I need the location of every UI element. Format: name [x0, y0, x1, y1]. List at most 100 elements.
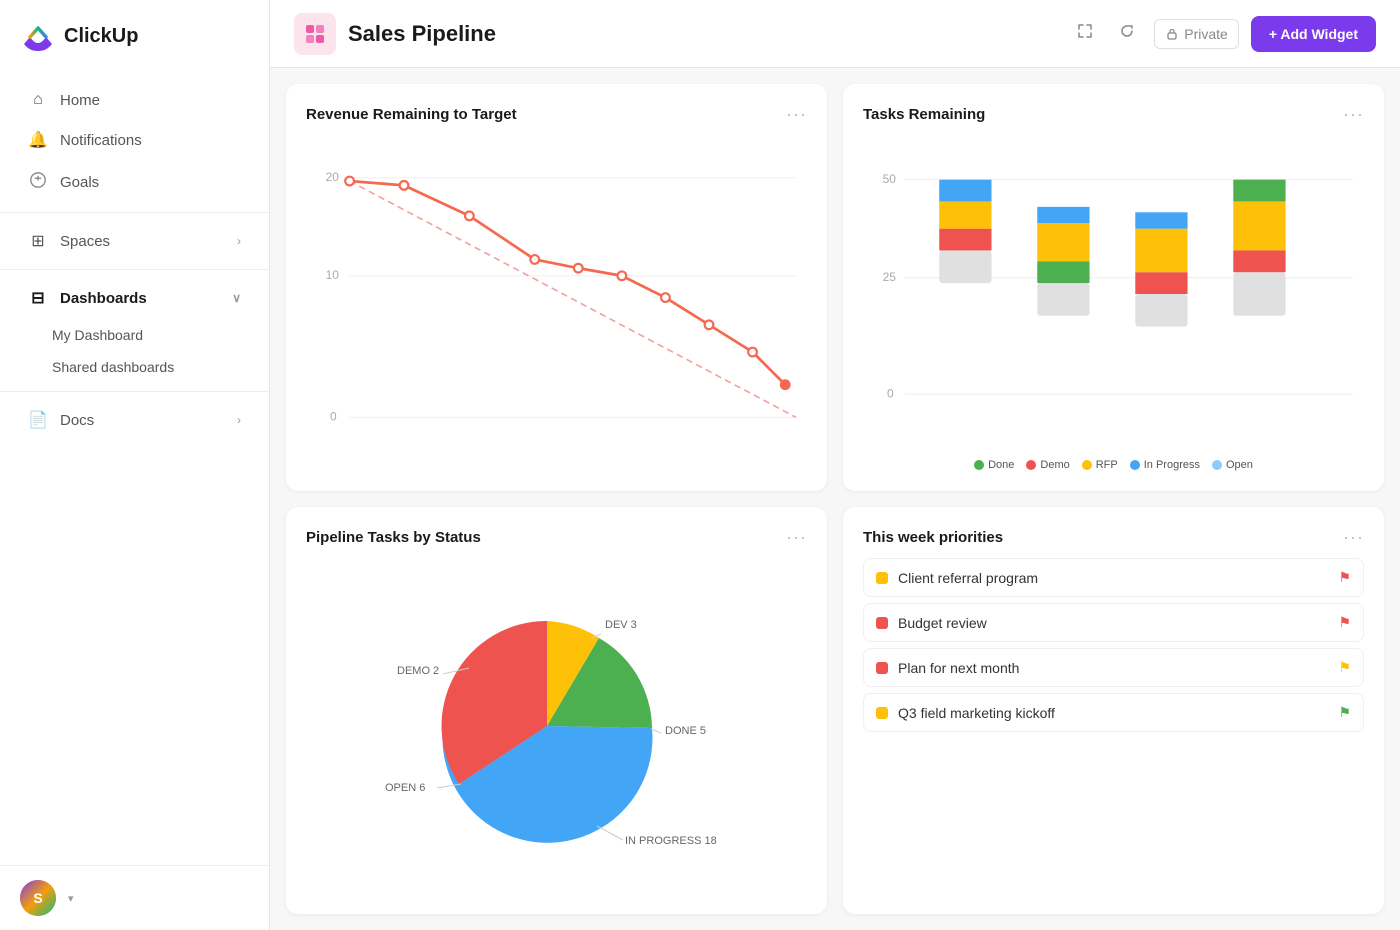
add-widget-button[interactable]: + Add Widget [1251, 16, 1376, 52]
private-badge[interactable]: Private [1154, 19, 1239, 49]
header-actions: Private + Add Widget [1070, 16, 1376, 52]
priority-item[interactable]: Budget review ⚑ [863, 603, 1364, 642]
widget-menu-button[interactable]: ··· [1343, 527, 1364, 548]
legend-demo: Demo [1026, 459, 1069, 471]
dashboard-grid-icon [304, 23, 326, 45]
bell-icon: 🔔 [28, 130, 48, 150]
widget-pipeline-tasks: Pipeline Tasks by Status ··· [286, 507, 827, 914]
priority-flag-icon: ⚑ [1338, 569, 1351, 586]
page-title: Sales Pipeline [348, 21, 1058, 47]
main-content: Sales Pipeline Private + Add Widget Reve… [270, 0, 1400, 930]
dev-label: DEV 3 [605, 619, 637, 631]
priority-label: Client referral program [898, 570, 1328, 586]
docs-icon: 📄 [28, 410, 48, 430]
legend-label: Done [988, 459, 1014, 471]
priority-dot [876, 662, 888, 674]
page-header: Sales Pipeline Private + Add Widget [270, 0, 1400, 68]
widget-title: Pipeline Tasks by Status [306, 529, 481, 546]
widget-menu-button[interactable]: ··· [1343, 104, 1364, 125]
done-label: DONE 5 [665, 725, 706, 737]
in-progress-dot [1130, 460, 1140, 470]
widget-title: Revenue Remaining to Target [306, 106, 517, 123]
svg-text:20: 20 [326, 170, 340, 184]
widget-revenue: Revenue Remaining to Target ··· 20 10 0 [286, 84, 827, 491]
priority-item[interactable]: Q3 field marketing kickoff ⚑ [863, 693, 1364, 732]
sidebar-footer: S ▾ [0, 865, 269, 930]
user-menu-chevron[interactable]: ▾ [68, 892, 74, 905]
sidebar-item-spaces[interactable]: ⊞ Spaces › [8, 221, 261, 261]
sidebar-item-notifications[interactable]: 🔔 Notifications [8, 120, 261, 160]
svg-text:50: 50 [883, 172, 897, 186]
lock-icon [1165, 27, 1179, 41]
avatar-image: S [20, 880, 56, 916]
sidebar-item-label: Notifications [60, 132, 142, 149]
widget-title: This week priorities [863, 529, 1003, 546]
trophy-icon [28, 171, 48, 194]
sidebar-item-label: Docs [60, 412, 94, 429]
svg-text:S: S [33, 890, 42, 906]
dashboard-icon: ⊟ [28, 288, 48, 308]
user-avatar[interactable]: S [20, 880, 56, 916]
sidebar-item-goals[interactable]: Goals [8, 161, 261, 204]
chevron-down-icon: ∨ [232, 291, 241, 305]
priority-dot [876, 707, 888, 719]
svg-text:10: 10 [326, 268, 340, 282]
page-icon [294, 13, 336, 55]
sidebar-item-my-dashboard[interactable]: My Dashboard [0, 319, 269, 351]
sidebar-item-label: Goals [60, 174, 99, 191]
widget-header: Pipeline Tasks by Status ··· [306, 527, 807, 548]
demo-dot [1026, 460, 1036, 470]
priority-label: Q3 field marketing kickoff [898, 705, 1328, 721]
refresh-button[interactable] [1112, 16, 1142, 51]
legend-label: Open [1226, 459, 1253, 471]
demo-label: DEMO 2 [397, 665, 439, 677]
bar-chart-legend: Done Demo RFP In Progress [863, 459, 1364, 471]
widget-header: Tasks Remaining ··· [863, 104, 1364, 125]
legend-rfp: RFP [1082, 459, 1118, 471]
widget-title: Tasks Remaining [863, 106, 985, 123]
legend-label: Demo [1040, 459, 1069, 471]
priority-dot [876, 572, 888, 584]
sidebar-item-shared-dashboards[interactable]: Shared dashboards [0, 351, 269, 383]
priority-dot [876, 617, 888, 629]
expand-button[interactable] [1070, 16, 1100, 51]
legend-done: Done [974, 459, 1014, 471]
done-dot [974, 460, 984, 470]
priority-item[interactable]: Plan for next month ⚑ [863, 648, 1364, 687]
sidebar: ClickUp ⌂ Home 🔔 Notifications Goals ⊞ S… [0, 0, 270, 930]
pie-chart-container: DEV 3 DONE 5 IN PROGRESS 18 OPEN 6 DEMO … [306, 558, 807, 894]
chevron-right-icon: › [237, 234, 241, 248]
sidebar-item-label: Home [60, 92, 100, 109]
in-progress-label: IN PROGRESS 18 [625, 835, 717, 847]
private-label: Private [1184, 26, 1228, 42]
bar-chart-area: 50 25 0 [863, 135, 1364, 471]
sidebar-navigation: ⌂ Home 🔔 Notifications Goals ⊞ Spaces › … [0, 72, 269, 865]
widget-header: This week priorities ··· [863, 527, 1364, 548]
rfp-dot [1082, 460, 1092, 470]
logo: ClickUp [0, 0, 269, 72]
priority-label: Plan for next month [898, 660, 1328, 676]
svg-text:25: 25 [883, 270, 897, 284]
spaces-icon: ⊞ [28, 231, 48, 251]
sidebar-item-docs[interactable]: 📄 Docs › [8, 400, 261, 440]
sidebar-item-dashboards[interactable]: ⊟ Dashboards ∨ [8, 278, 261, 318]
priority-list: Client referral program ⚑ Budget review … [863, 558, 1364, 894]
widget-header: Revenue Remaining to Target ··· [306, 104, 807, 125]
widget-menu-button[interactable]: ··· [786, 104, 807, 125]
priority-label: Budget review [898, 615, 1328, 631]
priority-item[interactable]: Client referral program ⚑ [863, 558, 1364, 597]
clickup-logo-icon [20, 18, 56, 54]
widget-menu-button[interactable]: ··· [786, 527, 807, 548]
dashboard-grid: Revenue Remaining to Target ··· 20 10 0 [270, 68, 1400, 930]
tasks-bar-chart: 50 25 0 [863, 135, 1364, 453]
legend-label: In Progress [1144, 459, 1200, 471]
svg-text:0: 0 [887, 386, 894, 400]
priority-flag-icon: ⚑ [1338, 659, 1351, 676]
sidebar-item-home[interactable]: ⌂ Home [8, 81, 261, 119]
legend-open: Open [1212, 459, 1253, 471]
home-icon: ⌂ [28, 91, 48, 109]
chevron-right-icon: › [237, 413, 241, 427]
revenue-line-chart: 20 10 0 [306, 135, 807, 471]
app-name: ClickUp [64, 25, 138, 48]
widget-priorities: This week priorities ··· Client referral… [843, 507, 1384, 914]
